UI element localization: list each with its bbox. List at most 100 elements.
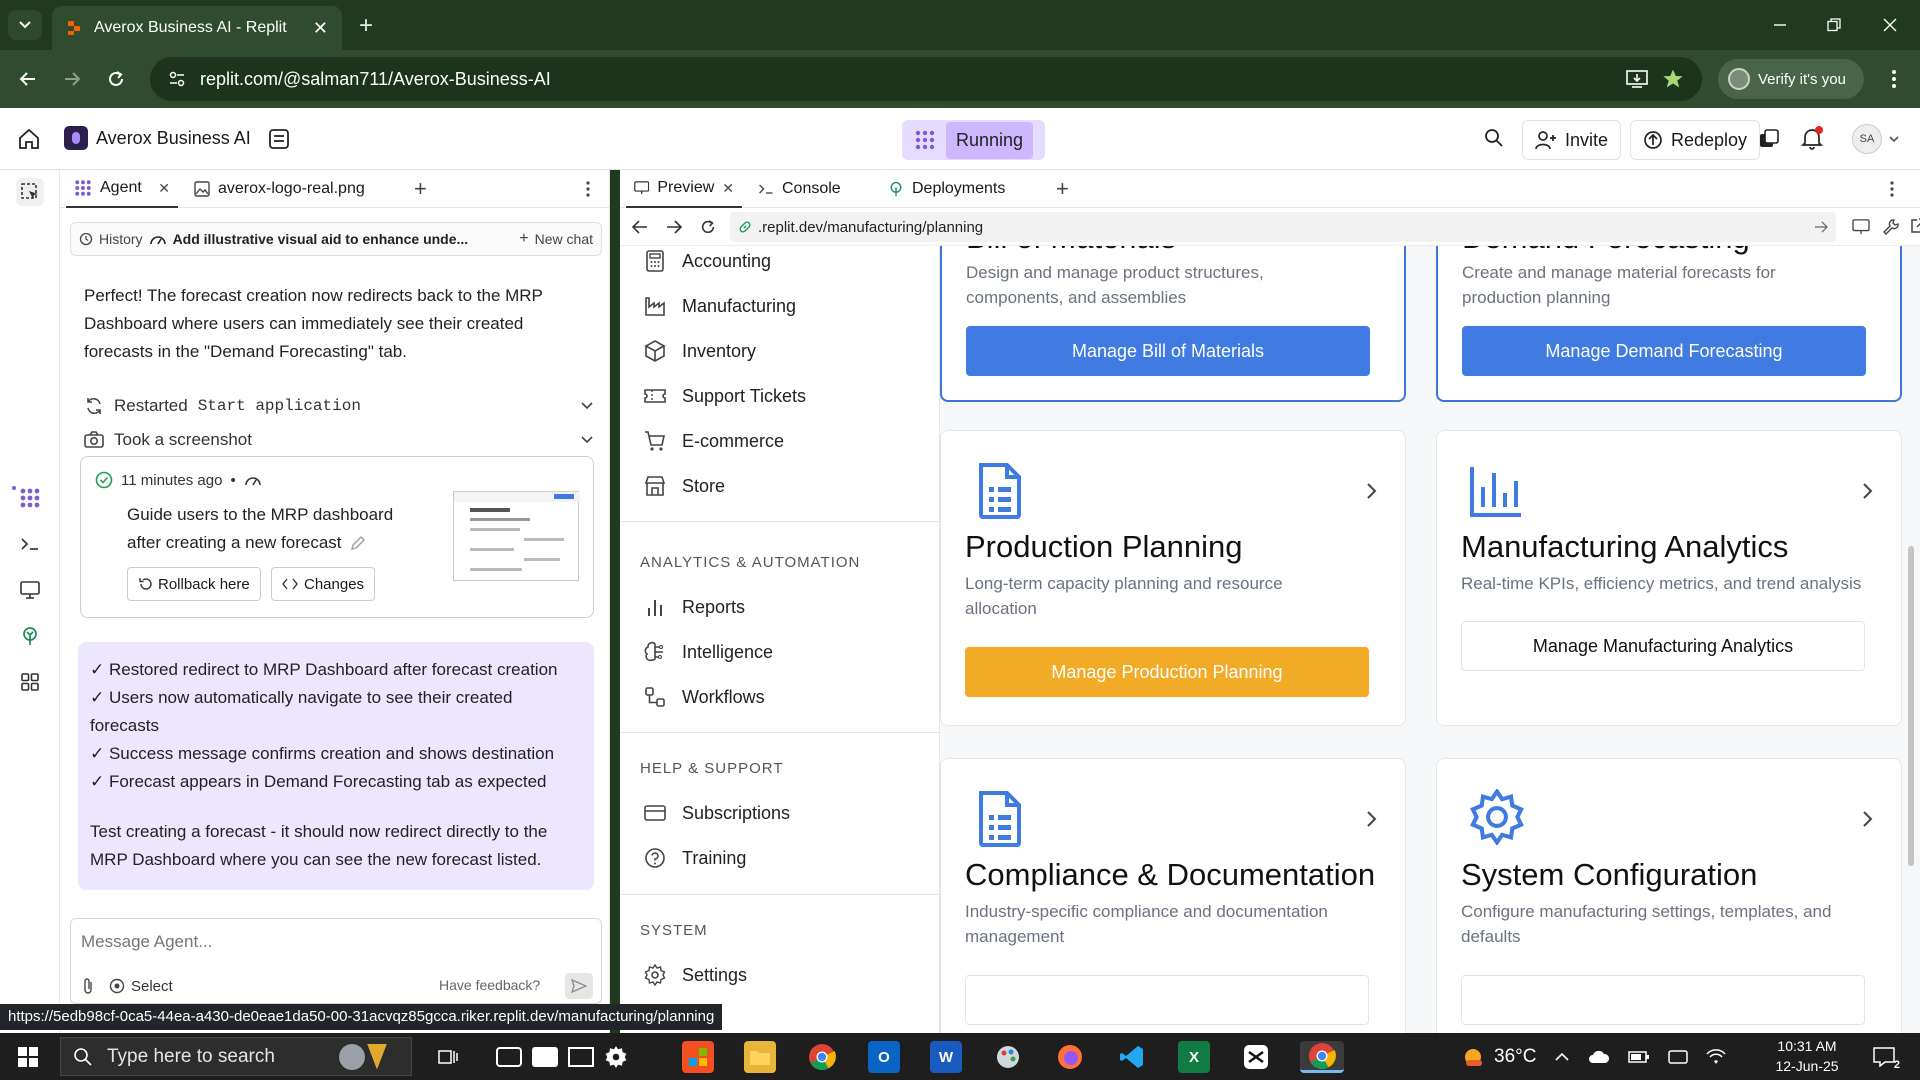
taskbar-clock[interactable]: 10:31 AM 12-Jun-25 [1762, 1036, 1852, 1076]
taskbar-outlook[interactable]: O [868, 1041, 900, 1073]
rail-all-tools[interactable] [16, 668, 44, 696]
taskbar-search[interactable]: Type here to search [60, 1037, 412, 1076]
search-button[interactable] [1484, 128, 1504, 148]
redeploy-button[interactable]: Redeploy [1630, 120, 1761, 160]
rollback-button[interactable]: Rollback here [127, 567, 261, 601]
reload-icon[interactable] [700, 219, 716, 235]
wifi-icon[interactable] [1706, 1048, 1727, 1065]
invite-button[interactable]: Invite [1522, 120, 1622, 160]
minimize-button[interactable] [1760, 10, 1800, 40]
workspace-toggle-button[interactable] [1758, 128, 1780, 150]
start-button[interactable] [12, 1041, 44, 1073]
taskbar-excel[interactable]: X [1178, 1041, 1210, 1073]
reload-button[interactable] [100, 63, 132, 95]
task-view-button[interactable] [432, 1041, 464, 1073]
tab-search-button[interactable] [8, 10, 42, 40]
tab-console[interactable]: Console [750, 170, 870, 208]
feedback-link[interactable]: Have feedback? [439, 977, 540, 993]
new-panel-tab-button[interactable]: + [1048, 170, 1077, 208]
close-tab-icon[interactable]: ✕ [722, 180, 734, 197]
nav-item-training[interactable]: Training [644, 843, 746, 873]
run-status-button[interactable]: Running [902, 120, 1046, 160]
bookmark-star-icon[interactable] [1662, 68, 1684, 90]
sysconfig-card-button[interactable] [1461, 975, 1865, 1025]
close-tab-icon[interactable]: ✕ [158, 180, 170, 197]
nav-item-subscriptions[interactable]: Subscriptions [644, 798, 790, 828]
restore-button[interactable] [1814, 10, 1854, 40]
taskbar-vscode[interactable] [1116, 1041, 1148, 1073]
forward-button[interactable] [56, 63, 88, 95]
tab-preview[interactable]: Preview ✕ [626, 170, 742, 208]
compliance-card-button[interactable] [965, 975, 1369, 1025]
arrow-right-icon[interactable] [1814, 221, 1828, 233]
devtools-wrench-icon[interactable] [1882, 218, 1900, 236]
manage-bom-button[interactable]: Manage Bill of Materials [966, 326, 1370, 376]
rail-console[interactable] [16, 530, 44, 558]
paperclip-icon[interactable] [81, 977, 95, 995]
checkpoint-thumbnail[interactable] [453, 491, 580, 581]
nav-item-store[interactable]: Store [644, 471, 725, 501]
address-bar[interactable]: replit.com/@salman711/Averox-Business-AI [150, 57, 1702, 101]
rail-agent[interactable] [16, 484, 44, 512]
chevron-up-icon[interactable] [1554, 1052, 1570, 1062]
preview-scrollbar[interactable] [1908, 546, 1914, 866]
card-production-planning[interactable]: Production Planning Long-term capacity p… [940, 430, 1406, 726]
taskbar-file-explorer[interactable] [744, 1041, 776, 1073]
taskbar-word[interactable]: W [930, 1041, 962, 1073]
select-element-button[interactable]: Select [109, 978, 173, 995]
rail-deployments[interactable] [16, 622, 44, 650]
browser-tab-active[interactable]: Averox Business AI - Replit ✕ [52, 6, 342, 50]
home-button[interactable] [18, 128, 40, 150]
verify-profile-button[interactable]: Verify it's you [1718, 59, 1864, 99]
manage-demand-forecasting-button[interactable]: Manage Demand Forecasting [1462, 326, 1866, 376]
project-title[interactable]: Averox Business AI [64, 126, 251, 150]
panel-menu-button[interactable] [578, 170, 598, 208]
taskbar-paint-app[interactable] [992, 1041, 1024, 1073]
cloud-icon[interactable] [1588, 1050, 1610, 1064]
browser-menu-button[interactable] [1878, 63, 1910, 95]
nav-item-settings[interactable]: Settings [644, 960, 747, 990]
tab-logo-file[interactable]: averox-logo-real.png [186, 170, 386, 208]
account-menu[interactable]: SA [1852, 124, 1900, 154]
notification-center-button[interactable]: 2 [1868, 1041, 1900, 1073]
back-button[interactable] [12, 63, 44, 95]
card-manufacturing-analytics[interactable]: Manufacturing Analytics Real-time KPIs, … [1436, 430, 1902, 726]
changes-button[interactable]: Changes [271, 567, 376, 601]
nav-item-ecommerce[interactable]: E-commerce [644, 426, 784, 456]
open-external-icon[interactable] [1910, 218, 1920, 234]
device-preview-icon[interactable] [1852, 219, 1870, 235]
weather-widget[interactable]: 36°C [1460, 1044, 1536, 1070]
close-window-button[interactable] [1870, 10, 1910, 40]
rail-select-tool[interactable] [16, 178, 44, 206]
new-tab-button[interactable]: + [352, 12, 380, 40]
battery-icon[interactable] [1628, 1049, 1650, 1065]
project-info-button[interactable] [268, 128, 290, 150]
taskbar-chrome[interactable] [806, 1041, 838, 1073]
chat-title[interactable]: Add illustrative visual aid to enhance u… [173, 231, 514, 247]
nav-item-accounting[interactable]: Accounting [644, 246, 771, 276]
tab-deployments[interactable]: Deployments [880, 170, 1030, 208]
step-restarted[interactable]: Restarted Start application [84, 392, 594, 420]
chevron-right-icon[interactable] [1361, 481, 1381, 501]
nav-item-manufacturing[interactable]: Manufacturing [644, 291, 796, 321]
pencil-icon[interactable] [350, 535, 366, 551]
chevron-right-icon[interactable] [1857, 481, 1877, 501]
taskbar-media-apps[interactable] [496, 1041, 646, 1073]
taskbar-chrome-active[interactable] [1300, 1041, 1344, 1073]
meet-now-icon[interactable] [1668, 1048, 1689, 1066]
preview-url-field[interactable]: .replit.dev/manufacturing/planning [730, 212, 1836, 242]
install-app-icon[interactable] [1626, 69, 1648, 89]
arrow-left-icon[interactable] [632, 220, 648, 234]
taskbar-firefox[interactable] [1054, 1041, 1086, 1073]
nav-item-workflows[interactable]: Workflows [644, 682, 765, 712]
notifications-button[interactable] [1800, 126, 1824, 150]
taskbar-capcut[interactable] [1240, 1041, 1272, 1073]
panel-menu-button[interactable] [1882, 170, 1902, 208]
new-panel-tab-button[interactable]: + [406, 170, 435, 208]
card-bill-of-materials[interactable]: Bill of Materials Design and manage prod… [940, 246, 1406, 402]
chevron-right-icon[interactable] [1361, 809, 1381, 829]
close-tab-icon[interactable]: ✕ [313, 18, 328, 39]
nav-item-support-tickets[interactable]: Support Tickets [644, 381, 806, 411]
arrow-right-icon[interactable] [666, 220, 682, 234]
step-screenshot[interactable]: Took a screenshot [84, 426, 594, 454]
